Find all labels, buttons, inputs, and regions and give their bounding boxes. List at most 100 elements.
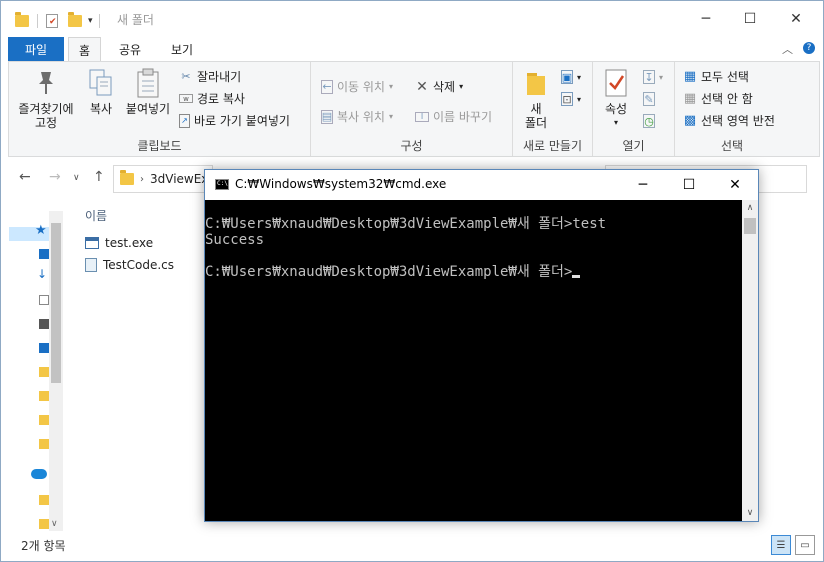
invert-selection-icon: ▩ bbox=[683, 113, 697, 128]
scissors-icon: ✂ bbox=[181, 70, 191, 83]
open-button[interactable]: ↧ ▾ bbox=[643, 70, 663, 84]
customize-toolbar-chevron-icon[interactable]: ▾ bbox=[88, 16, 93, 26]
rename-button[interactable]: I 이름 바꾸기 bbox=[415, 108, 492, 125]
window-title: 새 폴더 bbox=[117, 13, 154, 27]
folder-icon[interactable] bbox=[39, 415, 49, 425]
nav-scrollbar-thumb[interactable] bbox=[51, 223, 61, 383]
file-item[interactable]: test.exe bbox=[85, 233, 153, 253]
new-item-icon: ▣ bbox=[561, 70, 573, 84]
file-item[interactable]: TestCode.cs bbox=[85, 255, 174, 275]
tab-file[interactable]: 파일 bbox=[8, 37, 64, 61]
pictures-icon[interactable] bbox=[39, 319, 49, 329]
forward-arrow-icon[interactable]: → bbox=[49, 169, 61, 185]
quick-access-toolbar: ✔ ▾ bbox=[15, 11, 100, 31]
copy-to-button[interactable]: ▤ 복사 위치 ▾ bbox=[321, 108, 393, 125]
divider bbox=[37, 14, 38, 28]
copy-path-button[interactable]: w 경로 복사 bbox=[179, 90, 245, 107]
easy-access-button[interactable]: ⊡ ▾ bbox=[561, 92, 581, 106]
properties-button[interactable]: 속성 ▾ bbox=[599, 68, 633, 130]
select-all-label: 모두 선택 bbox=[701, 70, 749, 84]
console-line: Success bbox=[205, 232, 265, 248]
folder-icon[interactable] bbox=[39, 367, 49, 377]
tab-view[interactable]: 보기 bbox=[161, 37, 203, 61]
paste-shortcut-button[interactable]: ↗ 바로 가기 붙여넣기 bbox=[179, 112, 290, 129]
new-folder-button[interactable]: 새 폴더 bbox=[521, 68, 551, 130]
new-item-button[interactable]: ▣ ▾ bbox=[561, 70, 581, 84]
rename-label: 이름 바꾸기 bbox=[433, 110, 493, 124]
cs-file-icon bbox=[85, 258, 97, 272]
scroll-up-arrow-icon[interactable]: ∧ bbox=[742, 200, 758, 216]
pin-to-quick-access-button[interactable]: 즐겨찾기에 고정 bbox=[15, 68, 77, 130]
folder-icon[interactable] bbox=[39, 519, 49, 529]
paste-button[interactable]: 붙여넣기 bbox=[121, 68, 175, 116]
address-bar[interactable]: › 3dViewEx bbox=[113, 165, 213, 193]
properties-label: 속성 bbox=[604, 102, 628, 116]
open-group-label: 열기 bbox=[622, 139, 645, 153]
folder-icon[interactable] bbox=[39, 439, 49, 449]
collapse-ribbon-icon[interactable]: ︿ bbox=[782, 41, 793, 57]
console-output[interactable]: C:₩Users₩xnaud₩Desktop₩3dViewExample₩새 폴… bbox=[205, 200, 742, 521]
properties-quick-icon[interactable]: ✔ bbox=[46, 14, 58, 28]
move-to-icon: ← bbox=[321, 79, 333, 94]
chevron-down-icon: ▾ bbox=[388, 112, 393, 121]
cmd-scrollbar-thumb[interactable] bbox=[744, 218, 756, 234]
folder-icon[interactable] bbox=[39, 495, 49, 505]
onedrive-cloud-icon[interactable] bbox=[31, 469, 47, 479]
delete-x-icon: ✕ bbox=[416, 78, 428, 95]
scroll-down-arrow-icon[interactable]: ∨ bbox=[742, 505, 758, 521]
cmd-titlebar[interactable]: C:\ C:₩Windows₩system32₩cmd.exe ─ ☐ ✕ bbox=[205, 170, 758, 200]
desktop-icon[interactable] bbox=[39, 249, 49, 259]
invert-selection-button[interactable]: ▩ 선택 영역 반전 bbox=[683, 112, 775, 129]
documents-icon[interactable] bbox=[39, 295, 49, 305]
ribbon-tabs: 파일 홈 공유 보기 ︿ ? bbox=[1, 37, 823, 62]
up-arrow-icon[interactable]: ↑ bbox=[93, 169, 105, 185]
scroll-down-arrow-icon[interactable]: ∨ bbox=[51, 519, 58, 529]
maximize-button[interactable]: ☐ bbox=[727, 1, 773, 37]
tab-home[interactable]: 홈 bbox=[68, 37, 102, 62]
cmd-minimize-button[interactable]: ─ bbox=[620, 170, 666, 200]
copy-path-icon: w bbox=[179, 94, 193, 103]
details-view-button[interactable]: ☰ bbox=[771, 535, 791, 555]
cmd-window-title: C:₩Windows₩system32₩cmd.exe bbox=[235, 177, 447, 191]
select-none-button[interactable]: ▦ 선택 안 함 bbox=[683, 90, 753, 107]
cmd-scrollbar[interactable]: ∧ ∨ bbox=[742, 200, 758, 521]
close-button[interactable]: ✕ bbox=[773, 1, 819, 37]
large-icons-view-button[interactable]: ▭ bbox=[795, 535, 815, 555]
clipboard-group: 즐겨찾기에 고정 복사 붙여넣기 ✂ 잘라내기 w 경로 복사 ↗ 바로 가기 … bbox=[9, 62, 311, 156]
file-name: TestCode.cs bbox=[103, 258, 175, 272]
pc-icon[interactable] bbox=[39, 343, 49, 353]
invert-selection-label: 선택 영역 반전 bbox=[701, 114, 775, 128]
select-all-button[interactable]: ▦ 모두 선택 bbox=[683, 68, 749, 85]
chevron-down-icon: ▾ bbox=[577, 72, 582, 82]
column-header-name[interactable]: 이름 bbox=[85, 207, 107, 224]
nav-scrollbar[interactable]: ∨ bbox=[49, 211, 63, 531]
downloads-icon[interactable]: ↓ bbox=[37, 267, 47, 281]
file-list: 이름 test.exe TestCode.cs bbox=[69, 201, 209, 531]
back-arrow-icon[interactable]: ← bbox=[19, 169, 31, 185]
cut-button[interactable]: ✂ 잘라내기 bbox=[179, 68, 241, 85]
cmd-app-icon[interactable]: C:\ bbox=[215, 179, 229, 190]
chevron-down-icon: ▾ bbox=[459, 82, 464, 91]
text-cursor bbox=[572, 275, 581, 278]
cmd-close-button[interactable]: ✕ bbox=[712, 170, 758, 200]
help-icon[interactable]: ? bbox=[803, 42, 815, 54]
breadcrumb-path[interactable]: 3dViewEx bbox=[150, 172, 208, 186]
copy-button[interactable]: 복사 bbox=[81, 68, 121, 116]
move-to-button[interactable]: ← 이동 위치 ▾ bbox=[321, 78, 393, 95]
console-prompt-line[interactable]: C:₩Users₩xnaud₩Desktop₩3dViewExample₩새 폴… bbox=[205, 264, 742, 280]
minimize-button[interactable]: ─ bbox=[683, 1, 729, 37]
delete-button[interactable]: ✕ 삭제 ▾ bbox=[415, 78, 463, 95]
tab-share[interactable]: 공유 bbox=[109, 37, 151, 61]
history-button[interactable]: ◷ bbox=[643, 114, 659, 128]
cmd-maximize-button[interactable]: ☐ bbox=[666, 170, 712, 200]
folder-icon[interactable] bbox=[39, 391, 49, 401]
quick-access-star-icon[interactable]: ★ bbox=[35, 223, 47, 238]
delete-label: 삭제 bbox=[433, 80, 456, 94]
recent-chevron-icon[interactable]: ∨ bbox=[73, 173, 80, 183]
exe-icon bbox=[85, 237, 99, 249]
edit-button[interactable]: ✎ bbox=[643, 92, 659, 106]
new-folder-quick-icon[interactable] bbox=[68, 12, 82, 27]
copy-to-icon: ▤ bbox=[321, 109, 333, 124]
cmd-window[interactable]: C:\ C:₩Windows₩system32₩cmd.exe ─ ☐ ✕ C:… bbox=[204, 169, 759, 522]
